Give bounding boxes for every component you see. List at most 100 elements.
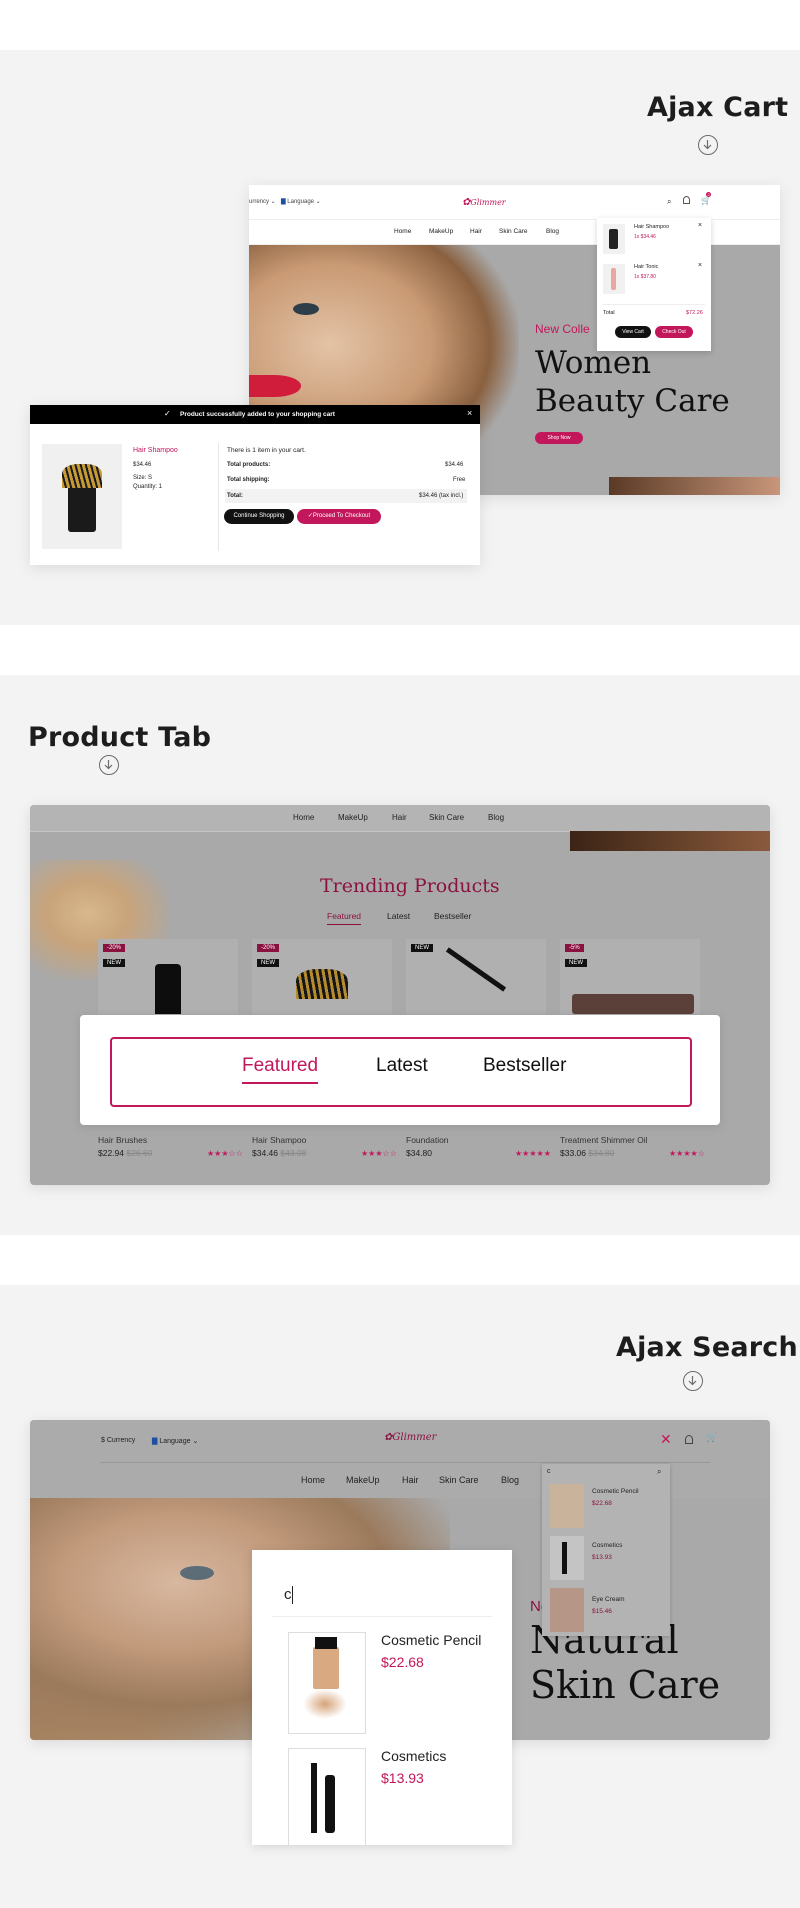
result-thumb xyxy=(288,1632,366,1734)
view-cart-button[interactable]: View Cart xyxy=(615,326,651,338)
tab-bestseller[interactable]: Bestseller xyxy=(434,911,471,921)
proceed-checkout-button[interactable]: ✓Proceed To Checkout xyxy=(297,509,381,524)
total-shipping-label: Total shipping: xyxy=(227,477,270,483)
search-input[interactable]: c xyxy=(284,1586,292,1603)
result-thumb xyxy=(550,1536,584,1580)
hero-eye xyxy=(293,303,319,315)
scroll-down-icon[interactable] xyxy=(698,135,718,155)
result-name[interactable]: Cosmetic Pencil xyxy=(381,1632,481,1648)
nav-skin-care[interactable]: Skin Care xyxy=(429,813,464,822)
logo[interactable]: ✿Glimmer xyxy=(462,197,506,208)
new-badge: NEW xyxy=(411,944,433,952)
scroll-down-icon[interactable] xyxy=(99,755,119,775)
cart-icon[interactable]: 🛒 2 xyxy=(701,192,712,205)
modal-banner: Product successfully added to your shopp… xyxy=(180,411,335,418)
nav-hair[interactable]: Hair xyxy=(392,813,407,822)
product-price: $33.06 $34.80 xyxy=(560,1148,615,1158)
zoom-tab-bestseller[interactable]: Bestseller xyxy=(483,1055,566,1077)
cart-item-name[interactable]: Hair Tonic xyxy=(634,264,658,270)
product-price: $34.46 $43.08 xyxy=(252,1148,307,1158)
product-card[interactable]: -5% NEW xyxy=(560,939,700,1014)
cart-item-name[interactable]: Hair Shampoo xyxy=(634,224,669,230)
product-name[interactable]: Foundation xyxy=(406,1135,449,1145)
product-name[interactable]: Hair Brushes xyxy=(98,1135,147,1145)
search-input[interactable]: c xyxy=(547,1468,551,1475)
result-price: $22.68 xyxy=(381,1654,424,1670)
section-title-ajax-search: Ajax Search xyxy=(616,1332,798,1363)
user-icon[interactable] xyxy=(685,1435,693,1444)
language-selector[interactable]: ▇ Language ⌄ xyxy=(152,1437,198,1445)
product-price: $34.80 xyxy=(406,1148,432,1158)
search-icon[interactable]: ⌕ xyxy=(657,1467,661,1477)
cart-icon[interactable]: 🛒 xyxy=(706,1432,717,1443)
close-search-icon[interactable]: ✕ xyxy=(660,1431,672,1448)
nav-skin-care[interactable]: Skin Care xyxy=(439,1475,479,1485)
nav-hair[interactable]: Hair xyxy=(470,228,482,235)
currency-selector[interactable]: $ Currency xyxy=(101,1437,135,1444)
total-products-label: Total products: xyxy=(227,462,271,468)
modal-product-price: $34.46 xyxy=(133,462,152,468)
nav-home[interactable]: Home xyxy=(293,813,314,822)
rating-stars: ★★★☆☆ xyxy=(361,1149,397,1158)
checkout-button[interactable]: Check Out xyxy=(655,326,693,338)
cart-modal: ✓ Product successfully added to your sho… xyxy=(30,405,480,565)
logo[interactable]: ✿Glimmer xyxy=(384,1432,436,1443)
product-name[interactable]: Hair Shampoo xyxy=(252,1135,306,1145)
check-icon: ✓ xyxy=(164,409,171,418)
zoom-tab-latest[interactable]: Latest xyxy=(376,1055,428,1077)
total-value: $34.46 (tax incl.) xyxy=(419,493,464,499)
nav-hair[interactable]: Hair xyxy=(402,1475,419,1485)
result-price: $13.93 xyxy=(592,1554,612,1561)
remove-icon[interactable]: × xyxy=(698,222,702,229)
cart-item-thumb xyxy=(603,224,625,254)
nav-blog[interactable]: Blog xyxy=(501,1475,519,1485)
result-price: $13.93 xyxy=(381,1770,424,1786)
result-name[interactable]: Eye Cream xyxy=(592,1596,625,1603)
rating-stars: ★★★★☆ xyxy=(669,1149,705,1158)
total-shipping-value: Free xyxy=(453,477,466,483)
result-name[interactable]: Cosmetic Pencil xyxy=(592,1488,639,1495)
cart-dropdown: Hair Shampoo 1x $34.46 × Hair Tonic 1x $… xyxy=(597,218,711,351)
tabs-zoom-panel: Featured Latest Bestseller xyxy=(80,1015,720,1125)
nav-makeup[interactable]: MakeUp xyxy=(338,813,368,822)
continue-shopping-button[interactable]: Continue Shopping xyxy=(224,509,294,524)
nav-makeup[interactable]: MakeUp xyxy=(346,1475,380,1485)
modal-product-name: Hair Shampoo xyxy=(133,447,178,454)
tab-featured[interactable]: Featured xyxy=(327,911,362,925)
currency-selector[interactable]: urrency ⌄ xyxy=(249,198,276,205)
product-name[interactable]: Treatment Shimmer Oil xyxy=(560,1135,648,1145)
hero-lips xyxy=(249,375,301,397)
total-products-value: $34.46 xyxy=(445,462,464,468)
hero-shop-button[interactable]: Shop Now xyxy=(535,432,583,444)
nav-home[interactable]: Home xyxy=(394,228,411,235)
tab-latest[interactable]: Latest xyxy=(387,911,410,921)
product-image xyxy=(155,964,181,1014)
remove-icon[interactable]: × xyxy=(698,262,702,269)
product-card[interactable]: -20% NEW xyxy=(98,939,238,1014)
search-zoom-panel: c Cosmetic Pencil $22.68 Cosmetics $13.9… xyxy=(252,1550,512,1845)
search-dropdown: c ⌕ Cosmetic Pencil $22.68 Cosmetics $13… xyxy=(542,1464,670,1636)
close-icon[interactable]: × xyxy=(467,408,472,418)
modal-product-quantity: Quantity: 1 xyxy=(133,484,163,490)
result-name[interactable]: Cosmetics xyxy=(381,1748,446,1764)
product-card[interactable]: -20% NEW xyxy=(252,939,392,1014)
scroll-down-icon[interactable] xyxy=(683,1371,703,1391)
result-name[interactable]: Cosmetics xyxy=(592,1542,622,1549)
result-thumb xyxy=(550,1588,584,1632)
nav-blog[interactable]: Blog xyxy=(546,228,559,235)
result-thumb xyxy=(550,1484,584,1528)
modal-summary: There is 1 item in your cart. xyxy=(227,447,306,454)
user-icon[interactable] xyxy=(683,196,690,204)
total-label: Total: xyxy=(227,493,243,499)
nav-skin-care[interactable]: Skin Care xyxy=(499,228,528,235)
cart-item-thumb xyxy=(603,264,625,294)
nav-home[interactable]: Home xyxy=(301,1475,325,1485)
search-icon[interactable]: ⌕ xyxy=(667,197,671,207)
product-image xyxy=(572,994,694,1014)
zoom-tab-featured[interactable]: Featured xyxy=(242,1055,319,1084)
hero-tagline: New Colle xyxy=(535,322,590,336)
language-selector[interactable]: ▇ Language ⌄ xyxy=(281,198,321,205)
product-card[interactable]: NEW xyxy=(406,939,546,1014)
nav-blog[interactable]: Blog xyxy=(488,813,504,822)
nav-makeup[interactable]: MakeUp xyxy=(429,228,453,235)
